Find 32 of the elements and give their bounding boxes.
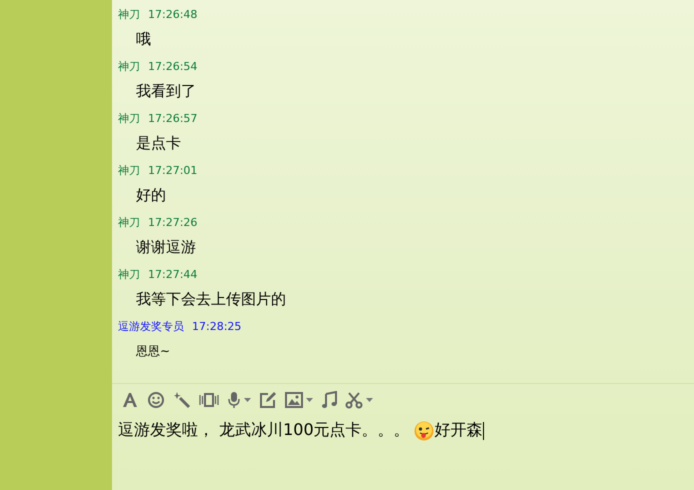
sender-name: 神刀 [118, 110, 140, 126]
message-time: 17:26:57 [148, 112, 198, 124]
vibrate-icon[interactable] [199, 391, 219, 409]
message-text: 我等下会去上传图片的 [135, 288, 287, 310]
sender-name: 神刀 [118, 214, 140, 230]
smiley-icon[interactable] [147, 391, 165, 409]
edit-icon[interactable] [259, 391, 277, 409]
sender-name: 逗游发奖专员 [118, 318, 184, 334]
message-text: 是点卡 [135, 132, 182, 154]
message-text: 谢谢逗游 [135, 236, 197, 258]
microphone-icon[interactable] [227, 391, 251, 409]
scissors-icon[interactable] [345, 391, 373, 409]
message-text: 恩恩~ [135, 342, 172, 360]
message-time: 17:27:26 [148, 216, 198, 228]
magic-wand-icon[interactable] [173, 391, 191, 409]
font-icon[interactable] [121, 391, 139, 409]
sender-name: 神刀 [118, 6, 140, 22]
image-icon[interactable] [285, 392, 313, 408]
music-note-icon[interactable] [321, 391, 337, 409]
message-time: 17:26:54 [148, 60, 198, 72]
message-time: 17:27:44 [148, 268, 198, 280]
sender-name: 神刀 [118, 162, 140, 178]
message-input[interactable]: 逗游发奖啦， 龙武冰川100元点卡。。。 好开森 [118, 420, 484, 441]
sender-name: 神刀 [118, 58, 140, 74]
message-text: 哦 [135, 28, 152, 50]
message-text: 好的 [135, 184, 167, 206]
message-time: 17:28:25 [192, 320, 242, 332]
message-text: 我看到了 [135, 80, 197, 102]
message-time: 17:26:48 [148, 8, 198, 20]
sender-name: 神刀 [118, 266, 140, 282]
message-time: 17:27:01 [148, 164, 198, 176]
tongue-wink-emoji-icon [414, 420, 434, 440]
